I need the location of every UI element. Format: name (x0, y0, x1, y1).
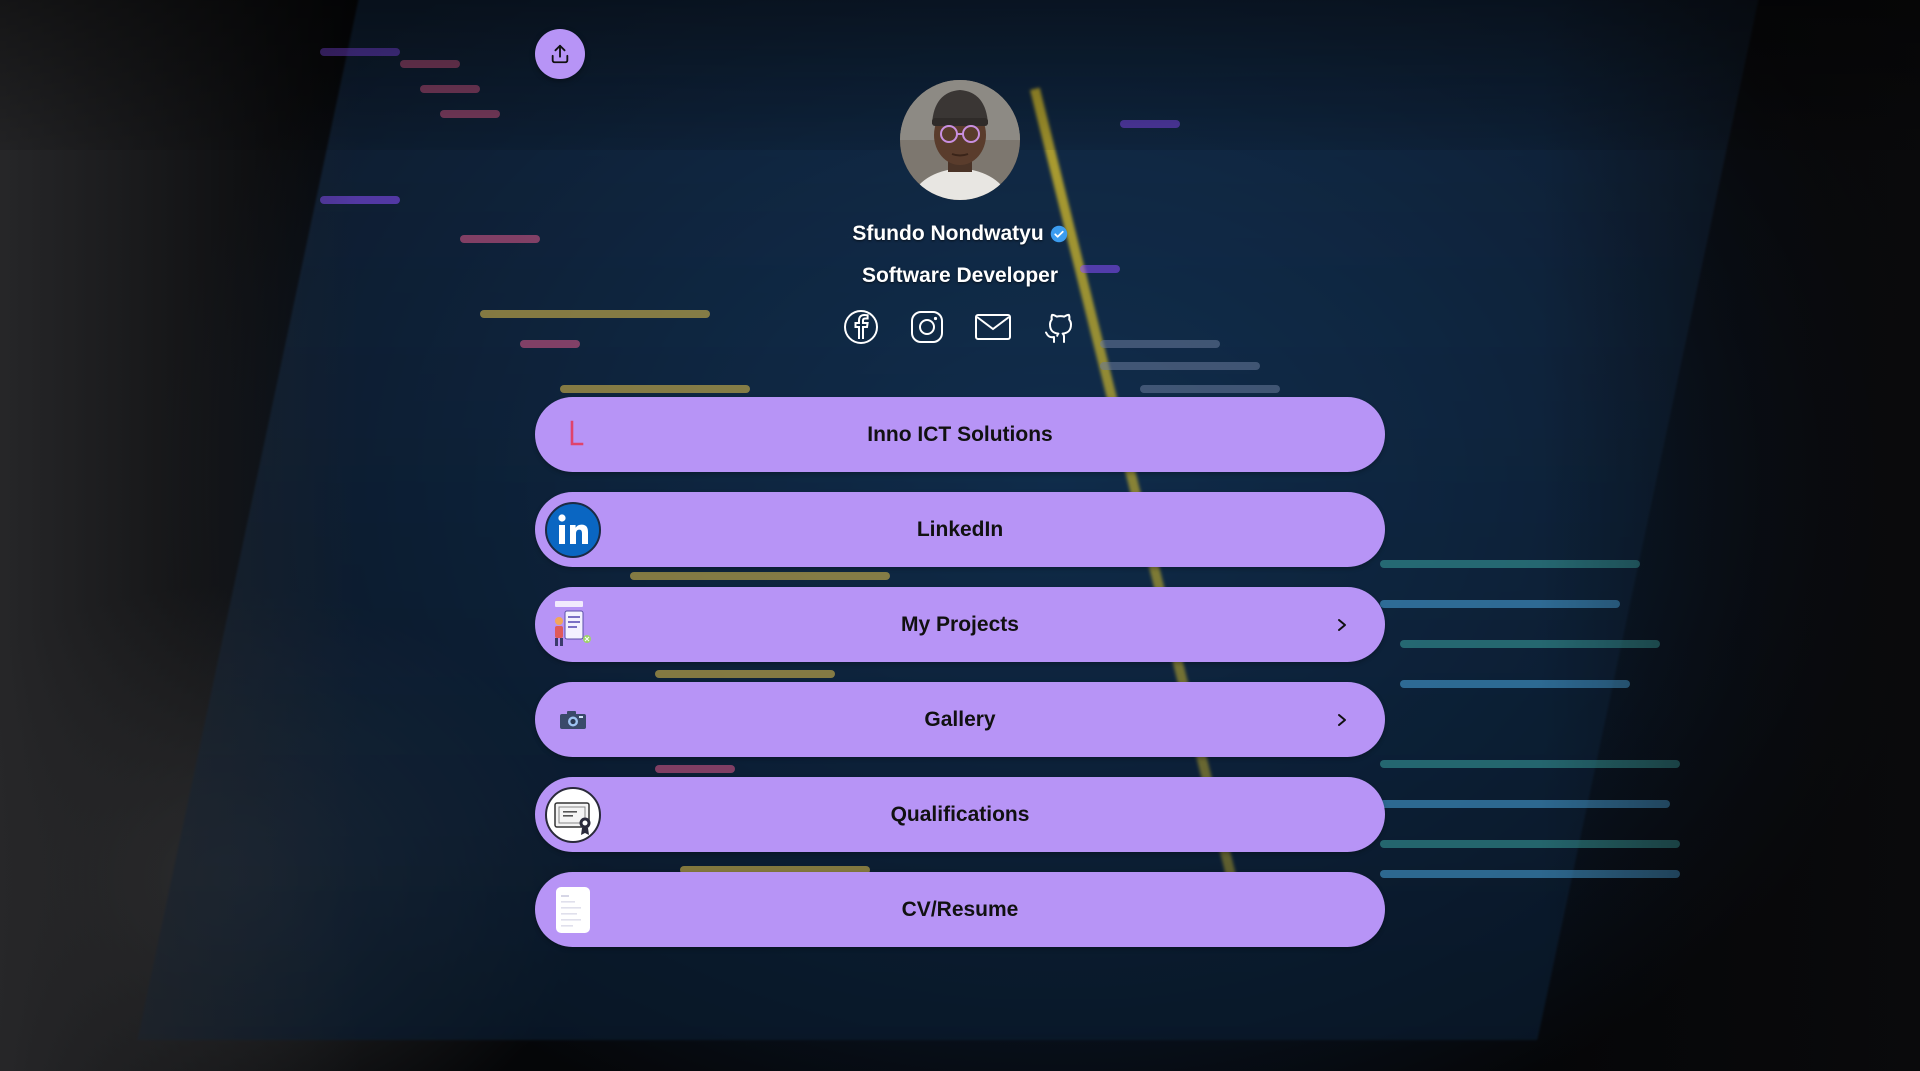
facebook-icon (844, 310, 878, 344)
instagram-link[interactable] (908, 308, 946, 346)
link-label: My Projects (901, 612, 1019, 636)
profile-name-row: Sfundo Nondwatyu (0, 222, 1920, 246)
link-linkedin[interactable]: LinkedIn (535, 492, 1385, 567)
link-label: Qualifications (890, 802, 1030, 826)
chevron-right-icon (1338, 713, 1346, 726)
document-icon (545, 882, 601, 938)
link-list: Inno ICT Solutions LinkedIn My Projects … (535, 397, 1385, 967)
decorative-code-line (560, 385, 750, 393)
verified-badge-icon (1050, 225, 1067, 243)
linkedin-icon (545, 501, 601, 558)
github-icon (1045, 313, 1072, 343)
decorative-vignette (0, 0, 360, 1071)
mail-icon (975, 314, 1011, 340)
link-inno-ict-solutions[interactable]: Inno ICT Solutions (535, 397, 1385, 472)
github-link[interactable] (1040, 308, 1078, 346)
link-label: Inno ICT Solutions (867, 422, 1053, 446)
link-label: Gallery (924, 707, 996, 731)
link-label: LinkedIn (916, 517, 1004, 541)
share-upload-icon (551, 44, 569, 64)
link-label: CV/Resume (901, 897, 1019, 921)
certificate-icon (545, 786, 601, 843)
link-cv-resume[interactable]: CV/Resume (535, 872, 1385, 947)
projects-icon (545, 597, 601, 653)
link-qualifications[interactable]: Qualifications (535, 777, 1385, 852)
profile-name: Sfundo Nondwatyu (852, 222, 1044, 245)
email-link[interactable] (974, 308, 1012, 346)
inno-logo-icon (545, 407, 601, 463)
chevron-right-icon (1338, 618, 1346, 631)
camera-icon (545, 692, 601, 748)
decorative-code-line (1140, 385, 1280, 393)
decorative-code-line (1100, 362, 1260, 370)
avatar-photo (900, 80, 1020, 200)
decorative-vignette (1540, 0, 1920, 1071)
share-button[interactable] (535, 29, 585, 79)
social-icons (0, 308, 1920, 346)
link-my-projects[interactable]: My Projects (535, 587, 1385, 662)
avatar (900, 80, 1020, 200)
instagram-icon (911, 311, 943, 343)
facebook-link[interactable] (842, 308, 880, 346)
link-gallery[interactable]: Gallery (535, 682, 1385, 757)
profile-title: Software Developer (861, 264, 1059, 287)
